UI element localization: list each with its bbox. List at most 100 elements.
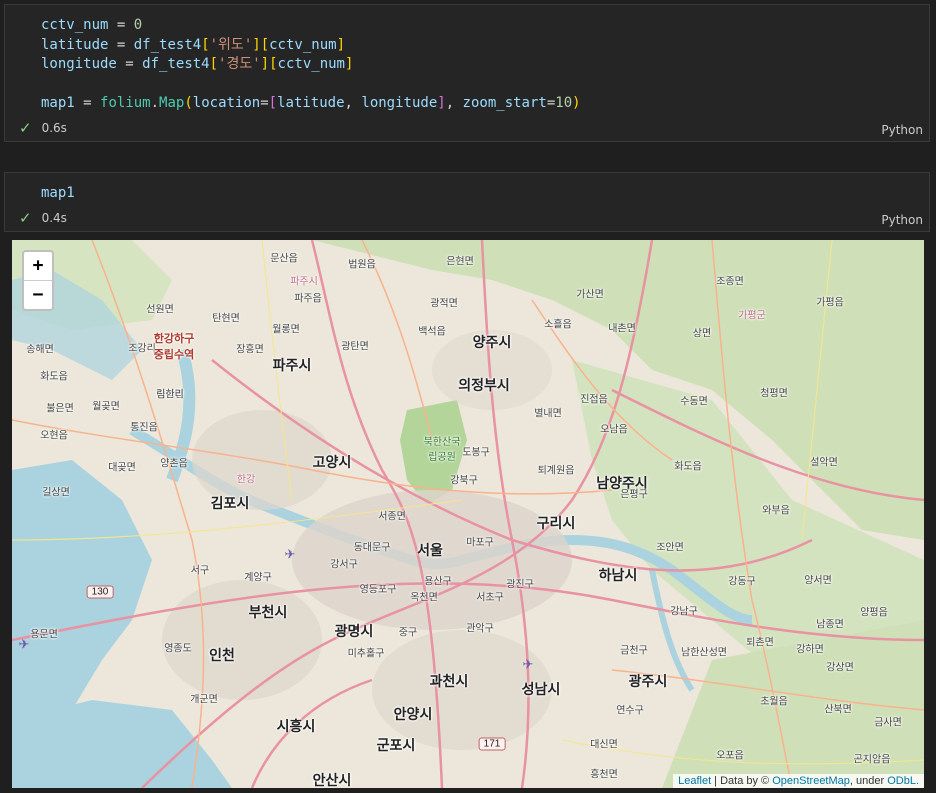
checkmark-icon: ✓ xyxy=(19,209,32,227)
exec-time: 0.4s xyxy=(41,211,67,225)
airport-icon: ✈ xyxy=(284,547,296,563)
map-town-label: 조종면 xyxy=(716,276,744,288)
map-town-label: 강하면 xyxy=(796,644,824,656)
map-city-label: 안양시 xyxy=(393,707,433,723)
map-town-label: 강남구 xyxy=(670,606,698,618)
map-town-label: 곤지암읍 xyxy=(853,754,891,766)
map-town-label: 탄현면 xyxy=(212,313,240,325)
map-city-label: 광주시 xyxy=(628,674,668,690)
map-town-label: 광적면 xyxy=(430,298,458,310)
map-park-label: 북한산국 립공원 xyxy=(423,437,461,463)
map-town-label: 동대문구 xyxy=(353,542,391,554)
map-town-label: 상면 xyxy=(692,328,712,340)
map-town-label: 연수구 xyxy=(616,705,644,717)
map-town-label: 조안면 xyxy=(656,542,684,554)
map-town-label: 진접읍 xyxy=(580,394,608,406)
map-town-label: 초월읍 xyxy=(760,696,788,708)
map-town-label: 광진구 xyxy=(506,579,534,591)
map-city-label: 인천 xyxy=(209,648,235,664)
map-town-label: 불은면 xyxy=(46,403,74,415)
map-town-label: 백석읍 xyxy=(418,326,446,338)
cell-status: ✓ 0.4s xyxy=(19,209,67,227)
map-town-label: 중구 xyxy=(398,627,418,639)
checkmark-icon: ✓ xyxy=(19,119,32,137)
map-town-label: 옥천면 xyxy=(410,592,438,604)
map-region-label: 가평군 xyxy=(738,310,766,322)
map-town-label: 화도읍 xyxy=(40,371,68,383)
map-city-label: 군포시 xyxy=(376,738,416,754)
map-town-label: 오포읍 xyxy=(716,750,744,762)
zoom-out-button[interactable]: − xyxy=(24,280,52,309)
map-city-label: 시흥시 xyxy=(276,719,316,735)
map-region-label: 파주시 xyxy=(290,276,318,288)
map-town-label: 서초구 xyxy=(476,592,504,604)
map-town-label: 계양구 xyxy=(244,572,272,584)
map-town-label: 수동면 xyxy=(680,396,708,408)
map-town-label: 조강리 xyxy=(128,343,156,355)
map-town-label: 월롱면 xyxy=(272,324,300,336)
map-town-label: 오현읍 xyxy=(40,430,68,442)
map-town-label: 양평읍 xyxy=(860,607,888,619)
map-town-label: 설악면 xyxy=(810,457,838,469)
map-town-label: 가평읍 xyxy=(816,297,844,309)
map-town-label: 관악구 xyxy=(466,623,494,635)
map-city-label: 의정부시 xyxy=(458,378,510,394)
map-town-label: 영종도 xyxy=(164,643,192,655)
map-town-label: 산북면 xyxy=(824,704,852,716)
map-town-label: 은평구 xyxy=(620,489,648,501)
map-attribution: Leaflet | Data by © OpenStreetMap, under… xyxy=(673,774,924,788)
map-town-label: 금사면 xyxy=(874,717,902,729)
map-town-label: 법원읍 xyxy=(348,259,376,271)
map-city-label: 서울 xyxy=(417,543,443,559)
map-town-label: 송해면 xyxy=(26,344,54,356)
map-city-label: 안산시 xyxy=(312,773,352,788)
map-town-label: 강동구 xyxy=(728,576,756,588)
map-town-label: 강상면 xyxy=(826,662,854,674)
code-cell-2[interactable]: map1 ✓ 0.4s Python xyxy=(4,172,930,232)
map-town-label: 월곶면 xyxy=(92,401,120,413)
map-town-label: 영등포구 xyxy=(359,584,397,596)
map-city-label: 구리시 xyxy=(536,516,576,532)
osm-link[interactable]: OpenStreetMap xyxy=(772,775,850,787)
map-town-label: 흥천면 xyxy=(590,769,618,781)
map-town-label: 서종면 xyxy=(378,511,406,523)
map-town-label: 선원면 xyxy=(146,304,174,316)
map-town-label: 용산구 xyxy=(424,576,452,588)
language-label[interactable]: Python xyxy=(881,123,923,137)
map-city-label: 성남시 xyxy=(521,682,561,698)
leaflet-link[interactable]: Leaflet xyxy=(678,775,711,787)
leaflet-map[interactable]: 파주시 양주시 의정부시 고양시 김포시 남양주시 구리시 서울 하남시 부천시 광명시 인천 과천시 성… xyxy=(12,240,924,788)
map-town-label: 대곶면 xyxy=(108,462,136,474)
map-town-label: 문산읍 xyxy=(270,253,298,265)
odbl-link[interactable]: ODbL. xyxy=(887,775,919,787)
code-cell-1[interactable]: cctv_num = 0 latitude = df_test4['위도'][c… xyxy=(4,4,930,142)
map-town-label: 강서구 xyxy=(330,559,358,571)
map-town-label: 서구 xyxy=(190,565,210,577)
map-city-label: 하남시 xyxy=(598,568,638,584)
map-city-label: 부천시 xyxy=(248,605,288,621)
map-town-label: 림한리 xyxy=(156,389,184,401)
map-town-label: 퇴계원읍 xyxy=(537,465,575,477)
map-town-label: 청평면 xyxy=(760,388,788,400)
map-town-label: 통진읍 xyxy=(130,422,158,434)
map-town-label: 퇴촌면 xyxy=(746,637,774,649)
airport-icon: ✈ xyxy=(522,657,534,673)
map-town-label: 마포구 xyxy=(466,537,494,549)
map-town-label: 화도읍 xyxy=(674,461,702,473)
language-label[interactable]: Python xyxy=(881,213,923,227)
map-town-label: 양서면 xyxy=(804,575,832,587)
map-town-label: 내촌면 xyxy=(608,323,636,335)
exec-time: 0.6s xyxy=(41,121,67,135)
map-town-label: 개군면 xyxy=(190,694,218,706)
map-city-label: 과천시 xyxy=(429,674,469,690)
map-town-label: 와부읍 xyxy=(762,505,790,517)
zoom-in-button[interactable]: + xyxy=(24,252,52,280)
map-town-label: 남종면 xyxy=(816,619,844,631)
code-editor[interactable]: map1 xyxy=(41,184,75,204)
map-town-label: 오남읍 xyxy=(600,424,628,436)
code-editor[interactable]: cctv_num = 0 latitude = df_test4['위도'][c… xyxy=(41,16,581,114)
map-town-label: 강북구 xyxy=(450,475,478,487)
map-town-label: 광탄면 xyxy=(341,341,369,353)
cell-status: ✓ 0.6s xyxy=(19,119,67,137)
map-town-label: 금천구 xyxy=(620,645,648,657)
